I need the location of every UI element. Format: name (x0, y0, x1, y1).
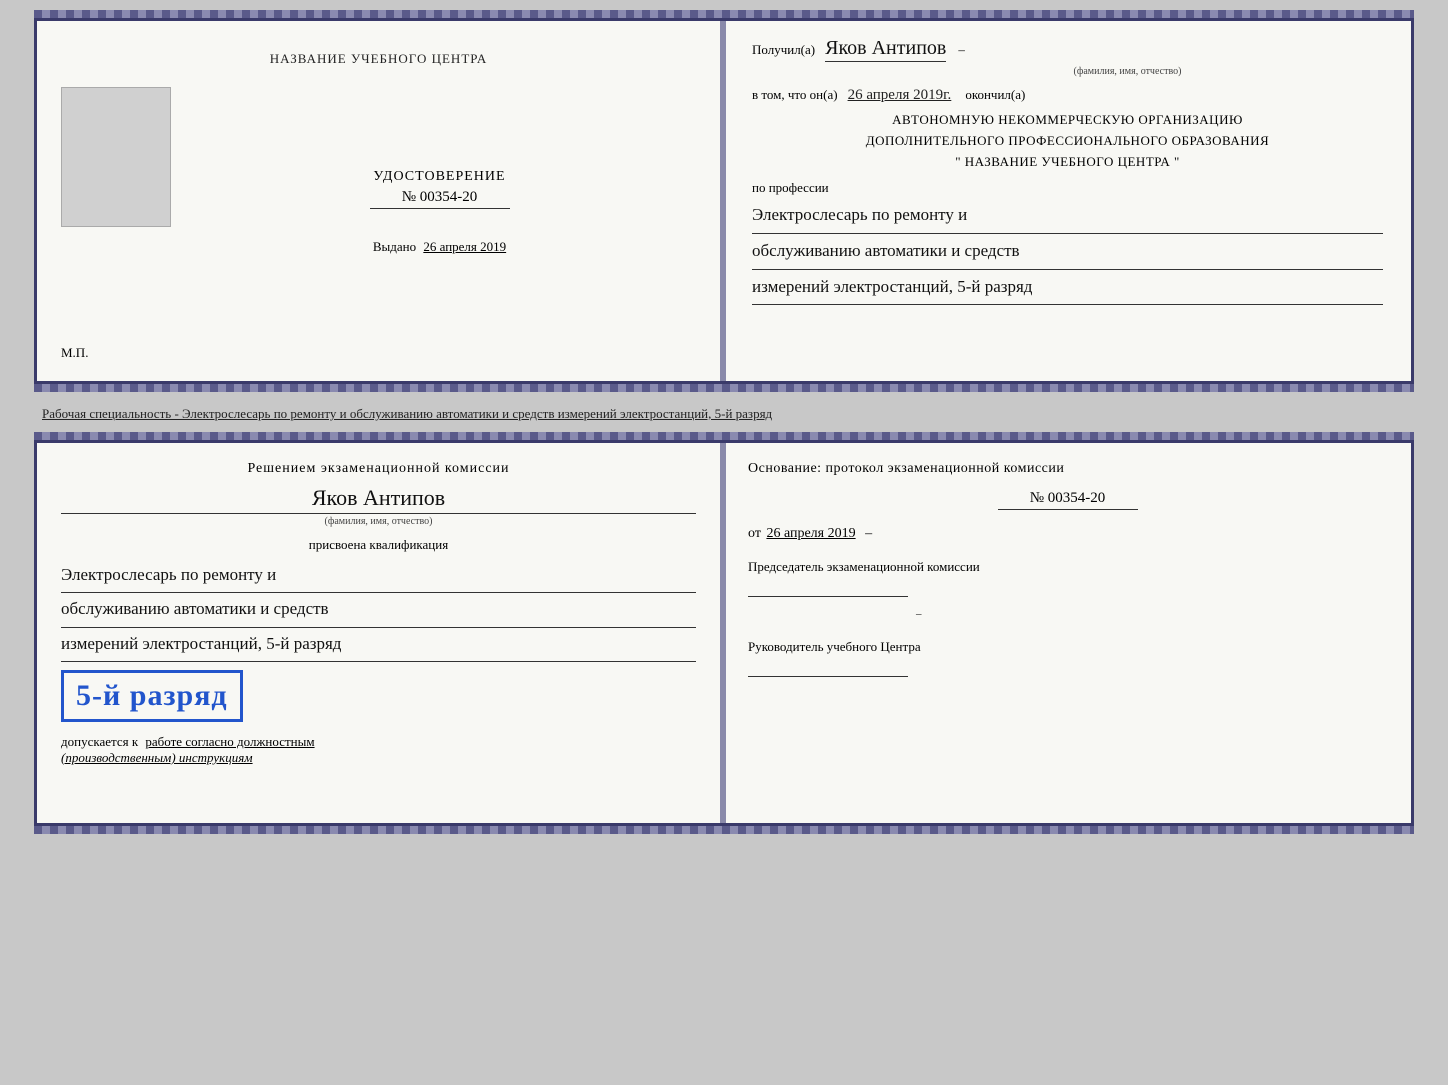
mp-label: М.П. (61, 345, 88, 361)
profession-line1: Электрослесарь по ремонту и (752, 200, 1383, 234)
qual-line1: Электрослесарь по ремонту и (61, 559, 696, 593)
date-prefix: от (748, 526, 761, 541)
top-left-title: НАЗВАНИЕ УЧЕБНОГО ЦЕНТРА (270, 51, 487, 67)
assigned-qual-label: присвоена квалификация (61, 537, 696, 553)
org-line1: АВТОНОМНУЮ НЕКОММЕРЧЕСКУЮ ОРГАНИЗАЦИЮ (752, 110, 1383, 131)
chairman-title: Председатель экзаменационной комиссии (748, 558, 1387, 576)
profession-lines: Электрослесарь по ремонту и обслуживанию… (752, 200, 1383, 305)
specialty-separator-text: Рабочая специальность - Электрослесарь п… (34, 400, 1414, 424)
received-line: Получил(а) Яков Антипов – (752, 37, 1383, 62)
org-line3: " НАЗВАНИЕ УЧЕБНОГО ЦЕНТРА " (752, 152, 1383, 173)
profession-line2: обслуживанию автоматики и средств (752, 236, 1383, 270)
issued-label: Выдано (373, 239, 416, 254)
person-name-top: Яков Антипов (825, 37, 946, 62)
issued-date: 26 апреля 2019 (423, 239, 506, 254)
head-title: Руководитель учебного Центра (748, 638, 1387, 656)
completed-date: 26 апреля 2019г. (848, 87, 952, 104)
date-value: 26 апреля 2019 (766, 526, 855, 541)
profession-label: по профессии (752, 180, 1383, 196)
bottom-book-left: Решением экзаменационной комиссии Яков А… (37, 443, 724, 823)
head-signature-line (748, 676, 908, 677)
head-section: Руководитель учебного Центра (748, 638, 1387, 702)
qual-line2: обслуживанию автоматики и средств (61, 593, 696, 627)
cert-label: УДОСТОВЕРЕНИЕ (373, 169, 505, 185)
top-book-left: НАЗВАНИЕ УЧЕБНОГО ЦЕНТРА УДОСТОВЕРЕНИЕ №… (37, 21, 724, 381)
org-line2: ДОПОЛНИТЕЛЬНОГО ПРОФЕССИОНАЛЬНОГО ОБРАЗО… (752, 131, 1383, 152)
top-book-right: Получил(а) Яков Антипов – (фамилия, имя,… (724, 21, 1411, 381)
admitted-italic-text: (производственным) инструкциям (61, 750, 253, 765)
profession-line3: измерений электростанций, 5-й разряд (752, 272, 1383, 306)
bottom-book-right: Основание: протокол экзаменационной коми… (724, 443, 1411, 823)
admitted-text-label: допускается к (61, 734, 138, 749)
issued-date-line: Выдано 26 апреля 2019 (373, 239, 506, 255)
admitted-line: допускается к работе согласно должностны… (61, 734, 696, 766)
name-sublabel-bottom: (фамилия, имя, отчество) (61, 516, 696, 527)
name-sublabel-top: (фамилия, имя, отчество) (872, 66, 1383, 77)
cert-number: № 00354-20 (370, 189, 510, 209)
completed-line: в том, что он(а) 26 апреля 2019г. окончи… (752, 87, 1383, 104)
person-name-bottom: Яков Антипов (61, 485, 696, 514)
profession-block: по профессии Электрослесарь по ремонту и… (752, 180, 1383, 305)
chairman-signature-line (748, 596, 908, 597)
chairman-section: Председатель экзаменационной комиссии – (748, 558, 1387, 622)
completed-label: в том, что он(а) (752, 87, 838, 103)
photo-placeholder (61, 87, 171, 227)
qualification-block: Электрослесарь по ремонту и обслуживанию… (61, 559, 696, 662)
received-label: Получил(а) (752, 42, 815, 58)
protocol-number: № 00354-20 (998, 490, 1138, 510)
commission-title: Решением экзаменационной комиссии (61, 461, 696, 477)
admitted-underline-text: работе согласно должностным (145, 734, 314, 749)
completed-after: окончил(а) (965, 87, 1025, 103)
qual-line3: измерений электростанций, 5-й разряд (61, 628, 696, 662)
basis-title: Основание: протокол экзаменационной коми… (748, 461, 1387, 477)
rank-badge: 5-й разряд (61, 670, 243, 722)
org-name-block: АВТОНОМНУЮ НЕКОММЕРЧЕСКУЮ ОРГАНИЗАЦИЮ ДО… (752, 110, 1383, 172)
protocol-date-line: от 26 апреля 2019 – (748, 526, 1387, 542)
